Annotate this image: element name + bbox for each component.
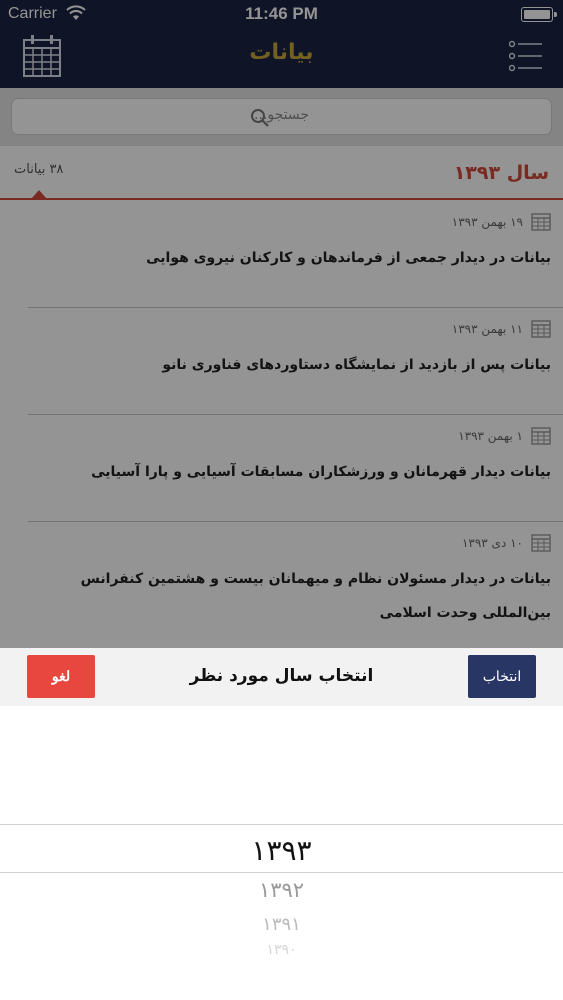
picker-option[interactable]: ۱۳۹۱ (0, 914, 563, 935)
picker-selection-line-bottom (0, 872, 563, 873)
year-picker-sheet: لغو انتخاب سال مورد نظر انتخاب ۱۳۹۳ ۱۳۹۲… (0, 648, 563, 1000)
picker-selected-year[interactable]: ۱۳۹۳ (0, 834, 563, 867)
picker-selection-line-top (0, 824, 563, 825)
picker-title: انتخاب سال مورد نظر (189, 666, 374, 686)
year-picker-wheel[interactable]: ۱۳۹۳ ۱۳۹۲ ۱۳۹۱ ۱۳۹۰ (0, 706, 563, 1000)
picker-toolbar: لغو انتخاب سال مورد نظر انتخاب (0, 648, 563, 706)
picker-option[interactable]: ۱۳۹۲ (0, 878, 563, 902)
select-button[interactable]: انتخاب (468, 655, 536, 698)
modal-overlay[interactable] (0, 0, 563, 648)
cancel-button[interactable]: لغو (27, 655, 95, 698)
picker-option[interactable]: ۱۳۹۰ (0, 942, 563, 954)
